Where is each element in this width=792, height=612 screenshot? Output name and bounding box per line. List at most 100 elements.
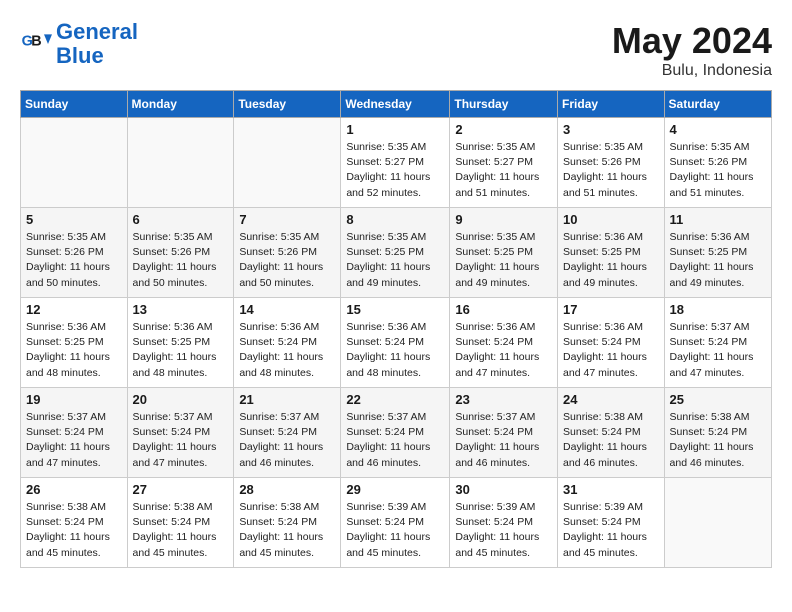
day-number: 15	[346, 302, 444, 317]
calendar-cell	[234, 118, 341, 208]
day-number: 11	[670, 212, 766, 227]
day-info: Sunrise: 5:36 AM Sunset: 5:24 PM Dayligh…	[455, 320, 552, 381]
calendar-cell: 5Sunrise: 5:35 AM Sunset: 5:26 PM Daylig…	[21, 208, 128, 298]
day-info: Sunrise: 5:35 AM Sunset: 5:25 PM Dayligh…	[346, 230, 444, 291]
day-number: 30	[455, 482, 552, 497]
logo-line1: General	[56, 19, 138, 44]
calendar-cell: 31 Sunrise: 5:39 AM Sunset: 5:24 PM Dayli…	[558, 478, 665, 568]
day-info: Sunrise: 5:39 AM Sunset: 5:24 PM Dayligh…	[563, 500, 659, 561]
calendar-cell: 22 Sunrise: 5:37 AM Sunset: 5:24 PM Dayli…	[341, 388, 450, 478]
day-number: 27	[133, 482, 229, 497]
day-info: Sunrise: 5:39 AM Sunset: 5:24 PM Dayligh…	[455, 500, 552, 561]
calendar-cell: 4 Sunrise: 5:35 AM Sunset: 5:26 PM Daylig…	[664, 118, 771, 208]
day-number: 22	[346, 392, 444, 407]
calendar-cell: 24 Sunrise: 5:38 AM Sunset: 5:24 PM Dayli…	[558, 388, 665, 478]
calendar-cell: 15 Sunrise: 5:36 AM Sunset: 5:24 PM Dayli…	[341, 298, 450, 388]
day-number: 7	[239, 212, 335, 227]
calendar-cell: 23 Sunrise: 5:37 AM Sunset: 5:24 PM Dayli…	[450, 388, 558, 478]
weekday-header: Wednesday	[341, 91, 450, 118]
day-number: 16	[455, 302, 552, 317]
day-info: Sunrise: 5:35 AM Sunset: 5:26 PM Dayligh…	[133, 230, 229, 291]
day-number: 9	[455, 212, 552, 227]
day-info: Sunrise: 5:36 AM Sunset: 5:25 PM Dayligh…	[563, 230, 659, 291]
day-info: Sunrise: 5:38 AM Sunset: 5:24 PM Dayligh…	[670, 410, 766, 471]
day-number: 1	[346, 122, 444, 137]
calendar-cell: 3 Sunrise: 5:35 AM Sunset: 5:26 PM Daylig…	[558, 118, 665, 208]
day-info: Sunrise: 5:36 AM Sunset: 5:24 PM Dayligh…	[563, 320, 659, 381]
day-number: 8	[346, 212, 444, 227]
location: Bulu, Indonesia	[612, 62, 772, 80]
day-info: Sunrise: 5:35 AM Sunset: 5:26 PM Dayligh…	[563, 140, 659, 201]
day-number: 17	[563, 302, 659, 317]
day-info: Sunrise: 5:37 AM Sunset: 5:24 PM Dayligh…	[26, 410, 122, 471]
day-info: Sunrise: 5:38 AM Sunset: 5:24 PM Dayligh…	[26, 500, 122, 561]
calendar-cell	[127, 118, 234, 208]
calendar-cell: 12 Sunrise: 5:36 AM Sunset: 5:25 PM Dayli…	[21, 298, 128, 388]
day-number: 18	[670, 302, 766, 317]
weekday-header: Saturday	[664, 91, 771, 118]
day-number: 25	[670, 392, 766, 407]
day-info: Sunrise: 5:37 AM Sunset: 5:24 PM Dayligh…	[346, 410, 444, 471]
day-number: 26	[26, 482, 122, 497]
day-info: Sunrise: 5:38 AM Sunset: 5:24 PM Dayligh…	[563, 410, 659, 471]
calendar-cell: 20 Sunrise: 5:37 AM Sunset: 5:24 PM Dayli…	[127, 388, 234, 478]
day-number: 29	[346, 482, 444, 497]
day-info: Sunrise: 5:35 AM Sunset: 5:27 PM Dayligh…	[455, 140, 552, 201]
day-info: Sunrise: 5:36 AM Sunset: 5:25 PM Dayligh…	[26, 320, 122, 381]
day-number: 21	[239, 392, 335, 407]
day-info: Sunrise: 5:36 AM Sunset: 5:25 PM Dayligh…	[133, 320, 229, 381]
calendar-cell: 26 Sunrise: 5:38 AM Sunset: 5:24 PM Dayli…	[21, 478, 128, 568]
logo-line2: Blue	[56, 43, 104, 68]
day-info: Sunrise: 5:35 AM Sunset: 5:26 PM Dayligh…	[239, 230, 335, 291]
logo-icon: G B	[20, 28, 52, 60]
day-number: 19	[26, 392, 122, 407]
calendar-cell: 28Sunrise: 5:38 AM Sunset: 5:24 PM Dayli…	[234, 478, 341, 568]
calendar-cell: 29 Sunrise: 5:39 AM Sunset: 5:24 PM Dayli…	[341, 478, 450, 568]
calendar-week: 19 Sunrise: 5:37 AM Sunset: 5:24 PM Dayli…	[21, 388, 772, 478]
day-info: Sunrise: 5:36 AM Sunset: 5:24 PM Dayligh…	[346, 320, 444, 381]
day-number: 31	[563, 482, 659, 497]
day-number: 28	[239, 482, 335, 497]
calendar-week: 1 Sunrise: 5:35 AM Sunset: 5:27 PM Daylig…	[21, 118, 772, 208]
calendar-cell: 8 Sunrise: 5:35 AM Sunset: 5:25 PM Daylig…	[341, 208, 450, 298]
page-header: G B General Blue May 2024 Bulu, Indonesi…	[20, 20, 772, 80]
calendar-cell: 14Sunrise: 5:36 AM Sunset: 5:24 PM Dayli…	[234, 298, 341, 388]
weekday-header: Friday	[558, 91, 665, 118]
day-info: Sunrise: 5:37 AM Sunset: 5:24 PM Dayligh…	[239, 410, 335, 471]
day-info: Sunrise: 5:39 AM Sunset: 5:24 PM Dayligh…	[346, 500, 444, 561]
title-block: May 2024 Bulu, Indonesia	[612, 20, 772, 80]
calendar-cell: 27Sunrise: 5:38 AM Sunset: 5:24 PM Dayli…	[127, 478, 234, 568]
day-number: 12	[26, 302, 122, 317]
weekday-header: Monday	[127, 91, 234, 118]
day-number: 20	[133, 392, 229, 407]
day-number: 3	[563, 122, 659, 137]
calendar-cell: 16 Sunrise: 5:36 AM Sunset: 5:24 PM Dayli…	[450, 298, 558, 388]
svg-text:B: B	[31, 34, 41, 50]
calendar-week: 12 Sunrise: 5:36 AM Sunset: 5:25 PM Dayli…	[21, 298, 772, 388]
logo: G B General Blue	[20, 20, 138, 68]
calendar-cell: 7 Sunrise: 5:35 AM Sunset: 5:26 PM Daylig…	[234, 208, 341, 298]
day-number: 6	[133, 212, 229, 227]
calendar-table: SundayMondayTuesdayWednesdayThursdayFrid…	[20, 90, 772, 568]
calendar-cell: 13Sunrise: 5:36 AM Sunset: 5:25 PM Dayli…	[127, 298, 234, 388]
calendar-cell: 9 Sunrise: 5:35 AM Sunset: 5:25 PM Daylig…	[450, 208, 558, 298]
day-number: 5	[26, 212, 122, 227]
calendar-cell: 6 Sunrise: 5:35 AM Sunset: 5:26 PM Daylig…	[127, 208, 234, 298]
calendar-cell: 1Sunrise: 5:35 AM Sunset: 5:27 PM Daylig…	[341, 118, 450, 208]
calendar-cell: 17 Sunrise: 5:36 AM Sunset: 5:24 PM Dayli…	[558, 298, 665, 388]
day-number: 24	[563, 392, 659, 407]
day-info: Sunrise: 5:37 AM Sunset: 5:24 PM Dayligh…	[133, 410, 229, 471]
calendar-cell: 19 Sunrise: 5:37 AM Sunset: 5:24 PM Dayli…	[21, 388, 128, 478]
day-info: Sunrise: 5:37 AM Sunset: 5:24 PM Dayligh…	[455, 410, 552, 471]
day-info: Sunrise: 5:35 AM Sunset: 5:25 PM Dayligh…	[455, 230, 552, 291]
calendar-cell	[664, 478, 771, 568]
calendar-cell: 30 Sunrise: 5:39 AM Sunset: 5:24 PM Dayli…	[450, 478, 558, 568]
calendar-cell: 18 Sunrise: 5:37 AM Sunset: 5:24 PM Dayli…	[664, 298, 771, 388]
day-info: Sunrise: 5:37 AM Sunset: 5:24 PM Dayligh…	[670, 320, 766, 381]
month-year: May 2024	[612, 20, 772, 62]
calendar-cell: 21 Sunrise: 5:37 AM Sunset: 5:24 PM Dayli…	[234, 388, 341, 478]
calendar-header: SundayMondayTuesdayWednesdayThursdayFrid…	[21, 91, 772, 118]
day-number: 4	[670, 122, 766, 137]
day-info: Sunrise: 5:35 AM Sunset: 5:26 PM Dayligh…	[670, 140, 766, 201]
day-number: 23	[455, 392, 552, 407]
